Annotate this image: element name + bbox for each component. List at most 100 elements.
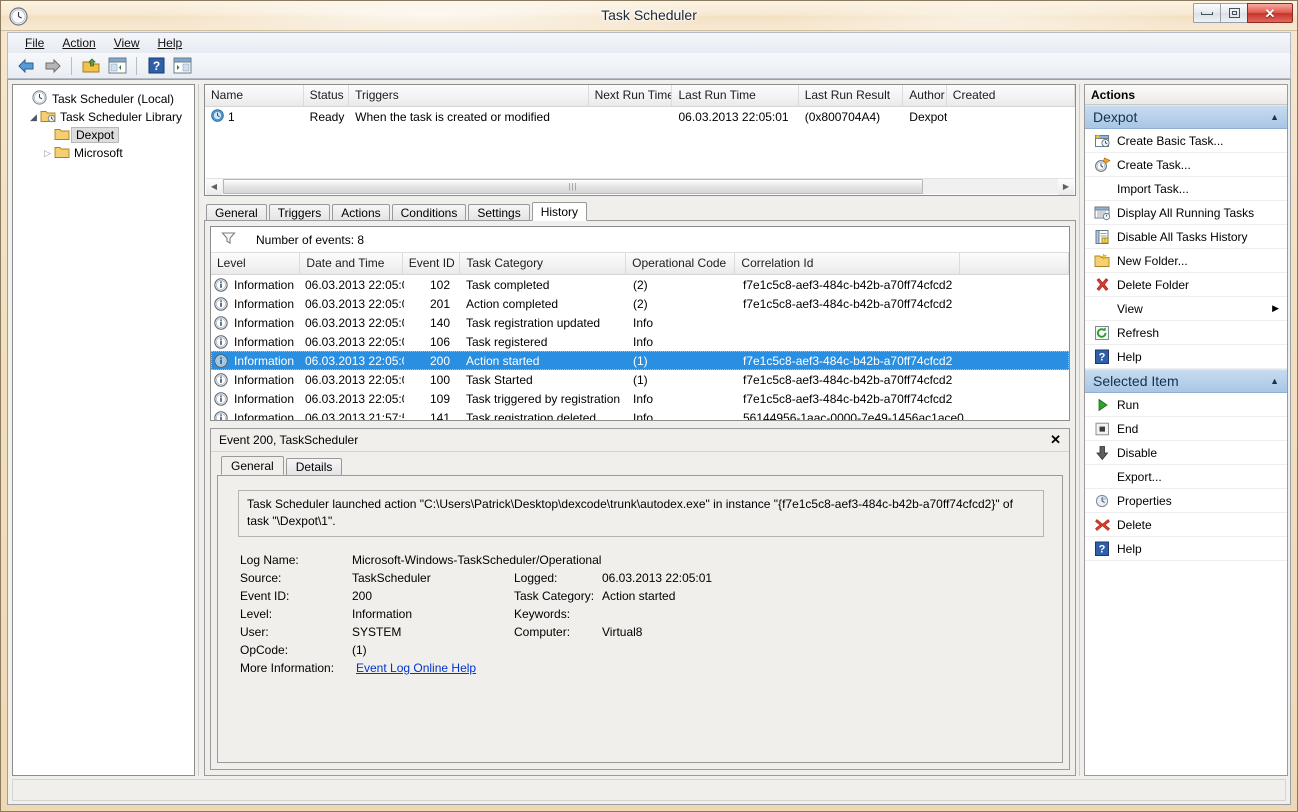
tab-triggers[interactable]: Triggers bbox=[269, 204, 331, 221]
action-item-refresh[interactable]: Refresh bbox=[1085, 321, 1287, 345]
scroll-right-arrow-icon[interactable]: ▶ bbox=[1058, 179, 1074, 195]
menu-help[interactable]: Help bbox=[149, 34, 192, 52]
scrollbar-thumb[interactable]: ||| bbox=[223, 179, 923, 194]
menu-action[interactable]: Action bbox=[53, 34, 104, 52]
column-header-correlation-id[interactable]: Correlation Id bbox=[735, 253, 959, 274]
close-icon[interactable]: ✕ bbox=[1050, 432, 1061, 448]
close-button[interactable]: ✕ bbox=[1247, 3, 1293, 23]
action-item-help[interactable]: ?Help bbox=[1085, 537, 1287, 561]
action-item-delete[interactable]: Delete bbox=[1085, 513, 1287, 537]
table-row[interactable]: Information06.03.2013 22:05:01102Task co… bbox=[211, 275, 1069, 294]
action-item-label: End bbox=[1113, 422, 1138, 436]
column-header-extra[interactable] bbox=[960, 253, 1069, 274]
tree-expander-icon[interactable]: ◢ bbox=[27, 112, 40, 123]
task-list[interactable]: Name Status Triggers Next Run Time Last … bbox=[204, 84, 1076, 196]
actions-group-header-dexpot[interactable]: Dexpot▲ bbox=[1085, 105, 1287, 129]
scroll-left-arrow-icon[interactable]: ◀ bbox=[206, 179, 222, 195]
back-arrow-icon[interactable] bbox=[14, 55, 38, 77]
forward-arrow-icon[interactable] bbox=[40, 55, 64, 77]
table-row[interactable]: Information06.03.2013 22:05:01100Task St… bbox=[211, 370, 1069, 389]
column-header-triggers[interactable]: Triggers bbox=[349, 85, 588, 106]
tab-history[interactable]: History bbox=[532, 202, 587, 221]
action-item-create-basic-task[interactable]: Create Basic Task... bbox=[1085, 129, 1287, 153]
tab-general[interactable]: General bbox=[206, 204, 267, 221]
tree-item-microsoft[interactable]: ▷ Microsoft bbox=[13, 144, 194, 162]
toolbar-separator-2 bbox=[136, 57, 137, 75]
action-item-properties[interactable]: Properties bbox=[1085, 489, 1287, 513]
table-row[interactable]: Information06.03.2013 22:05:01140Task re… bbox=[211, 313, 1069, 332]
maximize-button[interactable] bbox=[1220, 3, 1248, 23]
action-item-export[interactable]: Export... bbox=[1085, 465, 1287, 489]
table-row[interactable]: Information06.03.2013 22:05:01106Task re… bbox=[211, 332, 1069, 351]
action-item-create-task[interactable]: Create Task... bbox=[1085, 153, 1287, 177]
menu-view[interactable]: View bbox=[105, 34, 149, 52]
column-header-date-and-time[interactable]: Date and Time bbox=[300, 253, 402, 274]
console-tree[interactable]: Task Scheduler (Local) ◢ Task Scheduler … bbox=[12, 84, 195, 776]
action-item-help[interactable]: ?Help bbox=[1085, 345, 1287, 369]
information-icon bbox=[214, 297, 228, 311]
chevron-right-icon[interactable]: ▶ bbox=[1272, 303, 1279, 314]
action-item-display-all-running-tasks[interactable]: Display All Running Tasks bbox=[1085, 201, 1287, 225]
tree-item-task-scheduler-local[interactable]: Task Scheduler (Local) bbox=[13, 90, 194, 108]
folder-icon bbox=[54, 145, 72, 162]
actions-splitter[interactable] bbox=[1076, 84, 1083, 776]
column-header-operational-code[interactable]: Operational Code bbox=[626, 253, 735, 274]
action-item-delete-folder[interactable]: Delete Folder bbox=[1085, 273, 1287, 297]
tab-general[interactable]: General bbox=[221, 456, 284, 475]
action-item-disable[interactable]: Disable bbox=[1085, 441, 1287, 465]
show-hide-action-pane-icon[interactable] bbox=[170, 55, 194, 77]
tree-item-dexpot[interactable]: Dexpot bbox=[13, 126, 194, 144]
action-item-run[interactable]: Run bbox=[1085, 393, 1287, 417]
action-item-end[interactable]: End bbox=[1085, 417, 1287, 441]
column-header-task-category[interactable]: Task Category bbox=[460, 253, 626, 274]
action-item-import-task[interactable]: Import Task... bbox=[1085, 177, 1287, 201]
tree-item-label: Task Scheduler Library bbox=[58, 110, 184, 124]
tab-settings[interactable]: Settings bbox=[468, 204, 529, 221]
task-list-horizontal-scrollbar[interactable]: ◀ ||| ▶ bbox=[206, 178, 1074, 194]
up-folder-icon[interactable] bbox=[79, 55, 103, 77]
events-list[interactable]: Number of events: 8 Level Date and Time … bbox=[210, 226, 1070, 421]
column-header-event-id[interactable]: Event ID bbox=[403, 253, 461, 274]
column-header-status[interactable]: Status bbox=[304, 85, 349, 106]
table-row[interactable]: Information06.03.2013 22:05:01200Action … bbox=[211, 351, 1069, 370]
column-header-next-run-time[interactable]: Next Run Time bbox=[589, 85, 673, 106]
event-id-value: 200 bbox=[352, 587, 514, 605]
column-header-level[interactable]: Level bbox=[211, 253, 300, 274]
tab-conditions[interactable]: Conditions bbox=[392, 204, 467, 221]
action-item-disable-all-tasks-history[interactable]: !Disable All Tasks History bbox=[1085, 225, 1287, 249]
action-item-new-folder[interactable]: New Folder... bbox=[1085, 249, 1287, 273]
chevron-up-icon[interactable]: ▲ bbox=[1270, 376, 1279, 386]
action-item-view[interactable]: View▶ bbox=[1085, 297, 1287, 321]
funnel-icon[interactable] bbox=[221, 231, 236, 248]
help-icon[interactable]: ? bbox=[144, 55, 168, 77]
actions-group-header-selected-item[interactable]: Selected Item▲ bbox=[1085, 369, 1287, 393]
menu-file[interactable]: File bbox=[16, 34, 53, 52]
table-row[interactable]: Information06.03.2013 22:05:01109Task tr… bbox=[211, 389, 1069, 408]
tab-actions[interactable]: Actions bbox=[332, 204, 389, 221]
tree-expander-icon[interactable]: ▷ bbox=[41, 148, 54, 159]
table-row[interactable]: Information06.03.2013 21:57:58141Task re… bbox=[211, 408, 1069, 421]
column-header-name[interactable]: Name bbox=[205, 85, 304, 106]
event-id-cell: 106 bbox=[404, 335, 462, 349]
table-row[interactable]: Information06.03.2013 22:05:01201Action … bbox=[211, 294, 1069, 313]
column-header-last-run-time[interactable]: Last Run Time bbox=[672, 85, 798, 106]
column-header-author[interactable]: Author bbox=[903, 85, 947, 106]
tree-splitter[interactable] bbox=[196, 84, 203, 776]
column-header-last-run-result[interactable]: Last Run Result bbox=[799, 85, 904, 106]
column-header-created[interactable]: Created bbox=[947, 85, 1075, 106]
information-icon bbox=[214, 316, 228, 330]
event-log-online-help-link[interactable]: Event Log Online Help bbox=[356, 661, 476, 675]
show-hide-console-tree-icon[interactable] bbox=[105, 55, 129, 77]
table-row[interactable]: 1 Ready When the task is created or modi… bbox=[205, 107, 1075, 127]
minimize-button[interactable] bbox=[1193, 3, 1221, 23]
event-task-category-cell: Task registered bbox=[462, 335, 629, 349]
action-item-label: Create Task... bbox=[1113, 158, 1191, 172]
chevron-up-icon[interactable]: ▲ bbox=[1270, 112, 1279, 122]
source-value: TaskScheduler bbox=[352, 569, 514, 587]
help-icon: ? bbox=[1091, 349, 1113, 365]
tree-item-task-scheduler-library[interactable]: ◢ Task Scheduler Library bbox=[13, 108, 194, 126]
tab-details[interactable]: Details bbox=[286, 458, 343, 475]
action-item-label: Export... bbox=[1113, 470, 1162, 484]
run-icon bbox=[1091, 397, 1113, 413]
title-bar[interactable]: Task Scheduler ✕ bbox=[1, 1, 1297, 31]
